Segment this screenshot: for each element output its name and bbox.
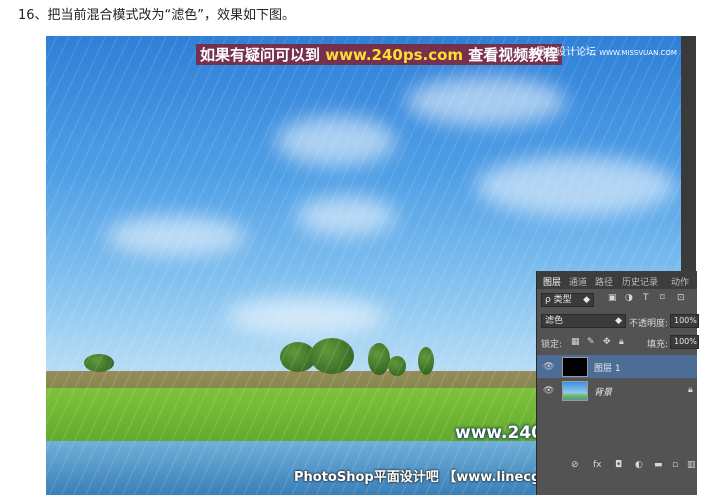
step-caption: 16、把当前混合模式改为“滤色”，效果如下图。 — [18, 8, 296, 23]
tab-paths[interactable]: 路径 — [595, 275, 613, 288]
visibility-eye-icon[interactable]: 👁︎ — [543, 362, 554, 372]
type-filter-icon[interactable]: T — [643, 293, 649, 303]
tab-channels[interactable]: 通道 — [569, 275, 587, 288]
watermark-side: 思缘设计论坛 WWW.MISSVUAN.COM — [536, 47, 677, 58]
tab-actions[interactable]: 动作 — [671, 275, 689, 288]
layer-thumbnail — [562, 381, 588, 401]
lock-transparent-icon[interactable]: ▦ — [571, 337, 580, 347]
adjustment-icon[interactable]: ◐ — [635, 460, 643, 470]
opacity-input[interactable]: 100% — [670, 314, 699, 328]
trash-icon[interactable]: ▥ — [687, 460, 696, 470]
watermark-top: 如果有疑问可以到 www.240ps.com 查看视频教程 — [196, 44, 563, 65]
lock-all-icon[interactable]: 🔒︎ — [619, 337, 624, 347]
lock-position-icon[interactable]: ✥ — [603, 337, 611, 347]
visibility-eye-icon[interactable]: 👁︎ — [543, 386, 554, 396]
blend-mode-select[interactable]: 滤色 ◆ — [541, 314, 626, 328]
adjustment-filter-icon[interactable]: ◑ — [625, 293, 633, 303]
watermark-top-url: www.240ps.com — [325, 46, 464, 64]
panel-tabs: 图层 通道 路径 历史记录 动作 — [537, 271, 697, 289]
fill-input[interactable]: 100% — [670, 335, 699, 349]
tab-layers[interactable]: 图层 — [543, 275, 561, 288]
smart-object-filter-icon[interactable]: ⊡ — [677, 293, 685, 303]
fill-label: 填充: — [647, 340, 669, 350]
fx-icon[interactable]: fx — [593, 460, 602, 470]
panel-footer: ⊘ fx ◘ ◐ ▬ ▫ ▥ — [537, 457, 697, 473]
layer-name[interactable]: 背景 — [594, 385, 612, 398]
layer-thumbnail — [562, 357, 588, 377]
tab-history[interactable]: 历史记录 — [622, 275, 658, 288]
layer-row-layer1[interactable]: 👁︎ 图层 1 — [537, 355, 697, 378]
lock-paint-icon[interactable]: ✎ — [587, 337, 595, 347]
opacity-label: 不透明度: — [629, 319, 669, 329]
layer-row-background[interactable]: 👁︎ 背景 🔒︎ — [537, 379, 697, 402]
group-folder-icon[interactable]: ▬ — [654, 460, 663, 470]
layer-kind-filter[interactable]: ρ 类型 ◆ — [541, 293, 594, 307]
layer-lock-icon: 🔒︎ — [688, 385, 693, 395]
new-layer-icon[interactable]: ▫ — [672, 460, 678, 470]
shape-filter-icon[interactable]: ⌑ — [660, 293, 665, 303]
lock-label: 锁定: — [541, 340, 563, 350]
image-filter-icon[interactable]: ▣ — [608, 293, 617, 303]
link-icon[interactable]: ⊘ — [571, 460, 579, 470]
mask-icon[interactable]: ◘ — [615, 460, 622, 470]
layer-name[interactable]: 图层 1 — [594, 361, 621, 374]
layers-panel: 图层 通道 路径 历史记录 动作 ρ 类型 ◆ ▣ ◑ T ⌑ ⊡ 滤色 ◆ 不… — [536, 271, 699, 495]
